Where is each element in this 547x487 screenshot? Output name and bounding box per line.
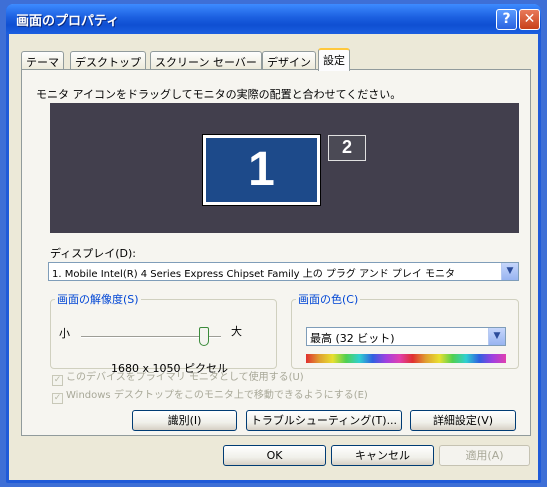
color-quality-dropdown[interactable]: 最高 (32 ビット) ▼ <box>306 327 506 346</box>
display-label: ディスプレイ(D): <box>50 247 136 260</box>
checkmark-icon[interactable]: ✓ <box>52 393 63 404</box>
chevron-down-icon[interactable]: ▼ <box>488 328 505 345</box>
advanced-settings-button[interactable]: 詳細設定(V) <box>410 410 516 431</box>
tab-settings[interactable]: 設定 <box>318 48 350 71</box>
extend-desktop-label: Windows デスクトップをこのモニタ上で移動できるようにする(E) <box>66 390 368 401</box>
display-dropdown-value: 1. Mobile Intel(R) 4 Series Express Chip… <box>52 269 456 280</box>
monitor-1-icon[interactable]: 1 <box>202 134 321 206</box>
primary-monitor-checkbox-row[interactable]: ✓ このデバイスをプライマリ モニタとして使用する(U) <box>52 368 304 386</box>
color-quality-value: 最高 (32 ビット) <box>310 332 395 345</box>
resolution-legend: 画面の解像度(S) <box>57 293 139 306</box>
display-dropdown[interactable]: 1. Mobile Intel(R) 4 Series Express Chip… <box>48 262 519 281</box>
troubleshoot-button[interactable]: トラブルシューティング(T)... <box>246 410 402 431</box>
extend-desktop-checkbox-row[interactable]: ✓ Windows デスクトップをこのモニタ上で移動できるようにする(E) <box>52 386 368 404</box>
close-button[interactable]: ✕ <box>519 9 540 30</box>
tab-screensaver[interactable]: スクリーン セーバー <box>150 51 262 70</box>
checkmark-icon[interactable]: ✓ <box>52 375 63 386</box>
ok-button[interactable]: OK <box>223 445 326 466</box>
resolution-small-label: 小 <box>59 327 70 340</box>
monitor-2-icon[interactable]: 2 <box>328 135 366 161</box>
color-spectrum-bar <box>306 354 506 363</box>
tab-appearance[interactable]: デザイン <box>262 51 316 70</box>
monitor-2-number: 2 <box>341 137 352 157</box>
tab-theme[interactable]: テーマ <box>21 51 64 70</box>
resolution-slider-thumb[interactable] <box>199 327 209 346</box>
tab-desktop[interactable]: デスクトップ <box>70 51 146 70</box>
monitor-arrangement-area[interactable]: 1 2 <box>50 103 519 233</box>
primary-monitor-label: このデバイスをプライマリ モニタとして使用する(U) <box>66 372 304 383</box>
resolution-group: 画面の解像度(S) 小 大 1680 x 1050 ピクセル <box>50 291 277 375</box>
chevron-down-icon[interactable]: ▼ <box>501 263 518 280</box>
instruction-text: モニタ アイコンをドラッグしてモニタの実際の配置と合わせてください。 <box>36 88 402 101</box>
title-bar[interactable]: 画面のプロパティ ? ✕ <box>6 4 541 34</box>
color-legend: 画面の色(C) <box>298 293 359 306</box>
color-quality-group: 画面の色(C) 最高 (32 ビット) ▼ <box>291 291 519 369</box>
help-button[interactable]: ? <box>496 9 517 30</box>
display-properties-window: 画面のプロパティ ? ✕ テーマ デスクトップ スクリーン セーバー デザイン … <box>6 4 541 483</box>
resolution-large-label: 大 <box>231 325 242 338</box>
window-title: 画面のプロパティ <box>16 14 120 29</box>
monitor-1-number: 1 <box>248 143 275 196</box>
settings-panel: モニタ アイコンをドラッグしてモニタの実際の配置と合わせてください。 1 2 デ… <box>21 69 531 436</box>
apply-button[interactable]: 適用(A) <box>439 445 530 466</box>
identify-button[interactable]: 識別(I) <box>132 410 237 431</box>
cancel-button[interactable]: キャンセル <box>331 445 434 466</box>
